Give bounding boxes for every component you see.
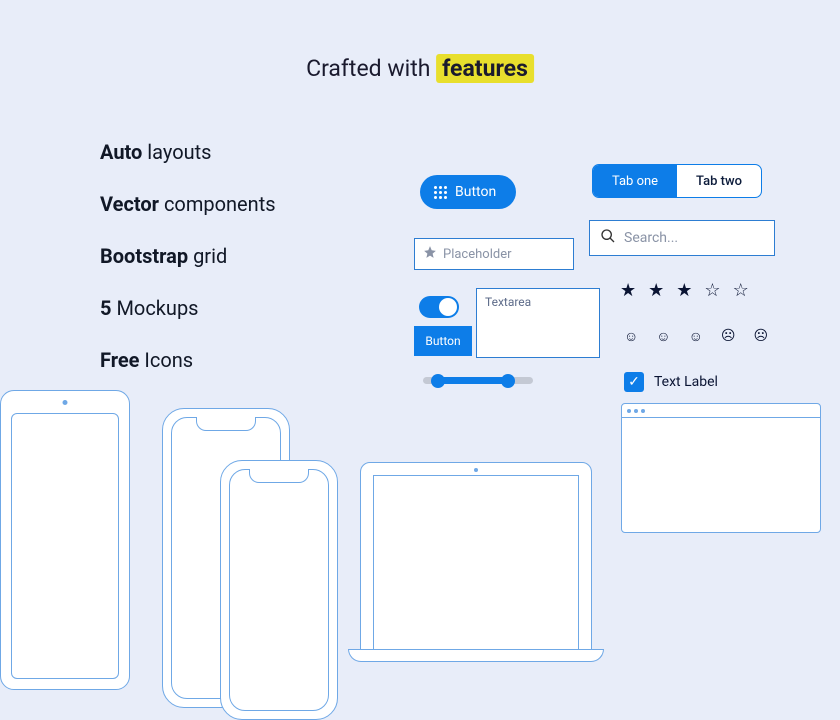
- feature-item: 5 Mockups: [100, 296, 276, 320]
- checkbox-field[interactable]: ✓ Text Label: [624, 372, 718, 392]
- slider-fill: [436, 377, 506, 384]
- browser-mockup: [621, 403, 821, 533]
- checkbox-label: Text Label: [654, 374, 718, 390]
- emoji-rating[interactable]: ☺ ☺ ☺ ☹ ☹: [624, 328, 768, 345]
- grid-icon: [434, 186, 447, 199]
- star-filled-icon[interactable]: ★: [620, 280, 636, 301]
- star-filled-icon[interactable]: ★: [648, 280, 664, 301]
- tablet-mockup: [0, 390, 130, 690]
- input-placeholder: Placeholder: [443, 247, 512, 262]
- emoji-icon[interactable]: ☺: [689, 328, 703, 345]
- emoji-icon[interactable]: ☺: [624, 328, 638, 345]
- page-heading: Crafted with features: [306, 55, 534, 82]
- square-button-label: Button: [425, 334, 460, 348]
- slider-thumb-end[interactable]: [501, 374, 515, 388]
- feature-item: Bootstrap grid: [100, 244, 276, 268]
- pill-button[interactable]: Button: [420, 175, 516, 209]
- tab-two[interactable]: Tab two: [677, 165, 761, 197]
- textarea-placeholder: Textarea: [485, 295, 531, 309]
- tab-group: Tab one Tab two: [592, 164, 762, 198]
- heading-highlight: features: [436, 54, 534, 83]
- emoji-icon[interactable]: ☹: [754, 328, 769, 345]
- heading-prefix: Crafted with: [306, 55, 436, 82]
- textarea[interactable]: Textarea: [476, 288, 600, 358]
- checkbox-icon[interactable]: ✓: [624, 372, 644, 392]
- search-placeholder: Search...: [624, 230, 678, 246]
- feature-item: Auto layouts: [100, 140, 276, 164]
- star-empty-icon[interactable]: ☆: [733, 280, 749, 301]
- range-slider[interactable]: [423, 377, 533, 384]
- search-icon: [600, 228, 616, 248]
- text-input[interactable]: Placeholder: [414, 238, 574, 270]
- browser-titlebar: [622, 404, 820, 418]
- star-icon: [423, 245, 437, 263]
- square-button[interactable]: Button: [414, 326, 472, 356]
- emoji-icon[interactable]: ☺: [656, 328, 670, 345]
- laptop-mockup: [348, 462, 604, 662]
- tab-one[interactable]: Tab one: [593, 165, 677, 197]
- star-rating[interactable]: ★ ★ ★ ☆ ☆: [620, 280, 749, 301]
- star-filled-icon[interactable]: ★: [676, 280, 692, 301]
- feature-item: Vector components: [100, 192, 276, 216]
- feature-item: Free Icons: [100, 348, 276, 372]
- star-empty-icon[interactable]: ☆: [704, 280, 720, 301]
- pill-button-label: Button: [455, 184, 496, 200]
- phone-mockup: [220, 460, 338, 720]
- search-input[interactable]: Search...: [589, 220, 775, 256]
- feature-list: Auto layouts Vector components Bootstrap…: [100, 140, 276, 400]
- toggle-switch[interactable]: [419, 296, 459, 318]
- emoji-icon[interactable]: ☹: [721, 328, 736, 345]
- slider-thumb-start[interactable]: [431, 374, 445, 388]
